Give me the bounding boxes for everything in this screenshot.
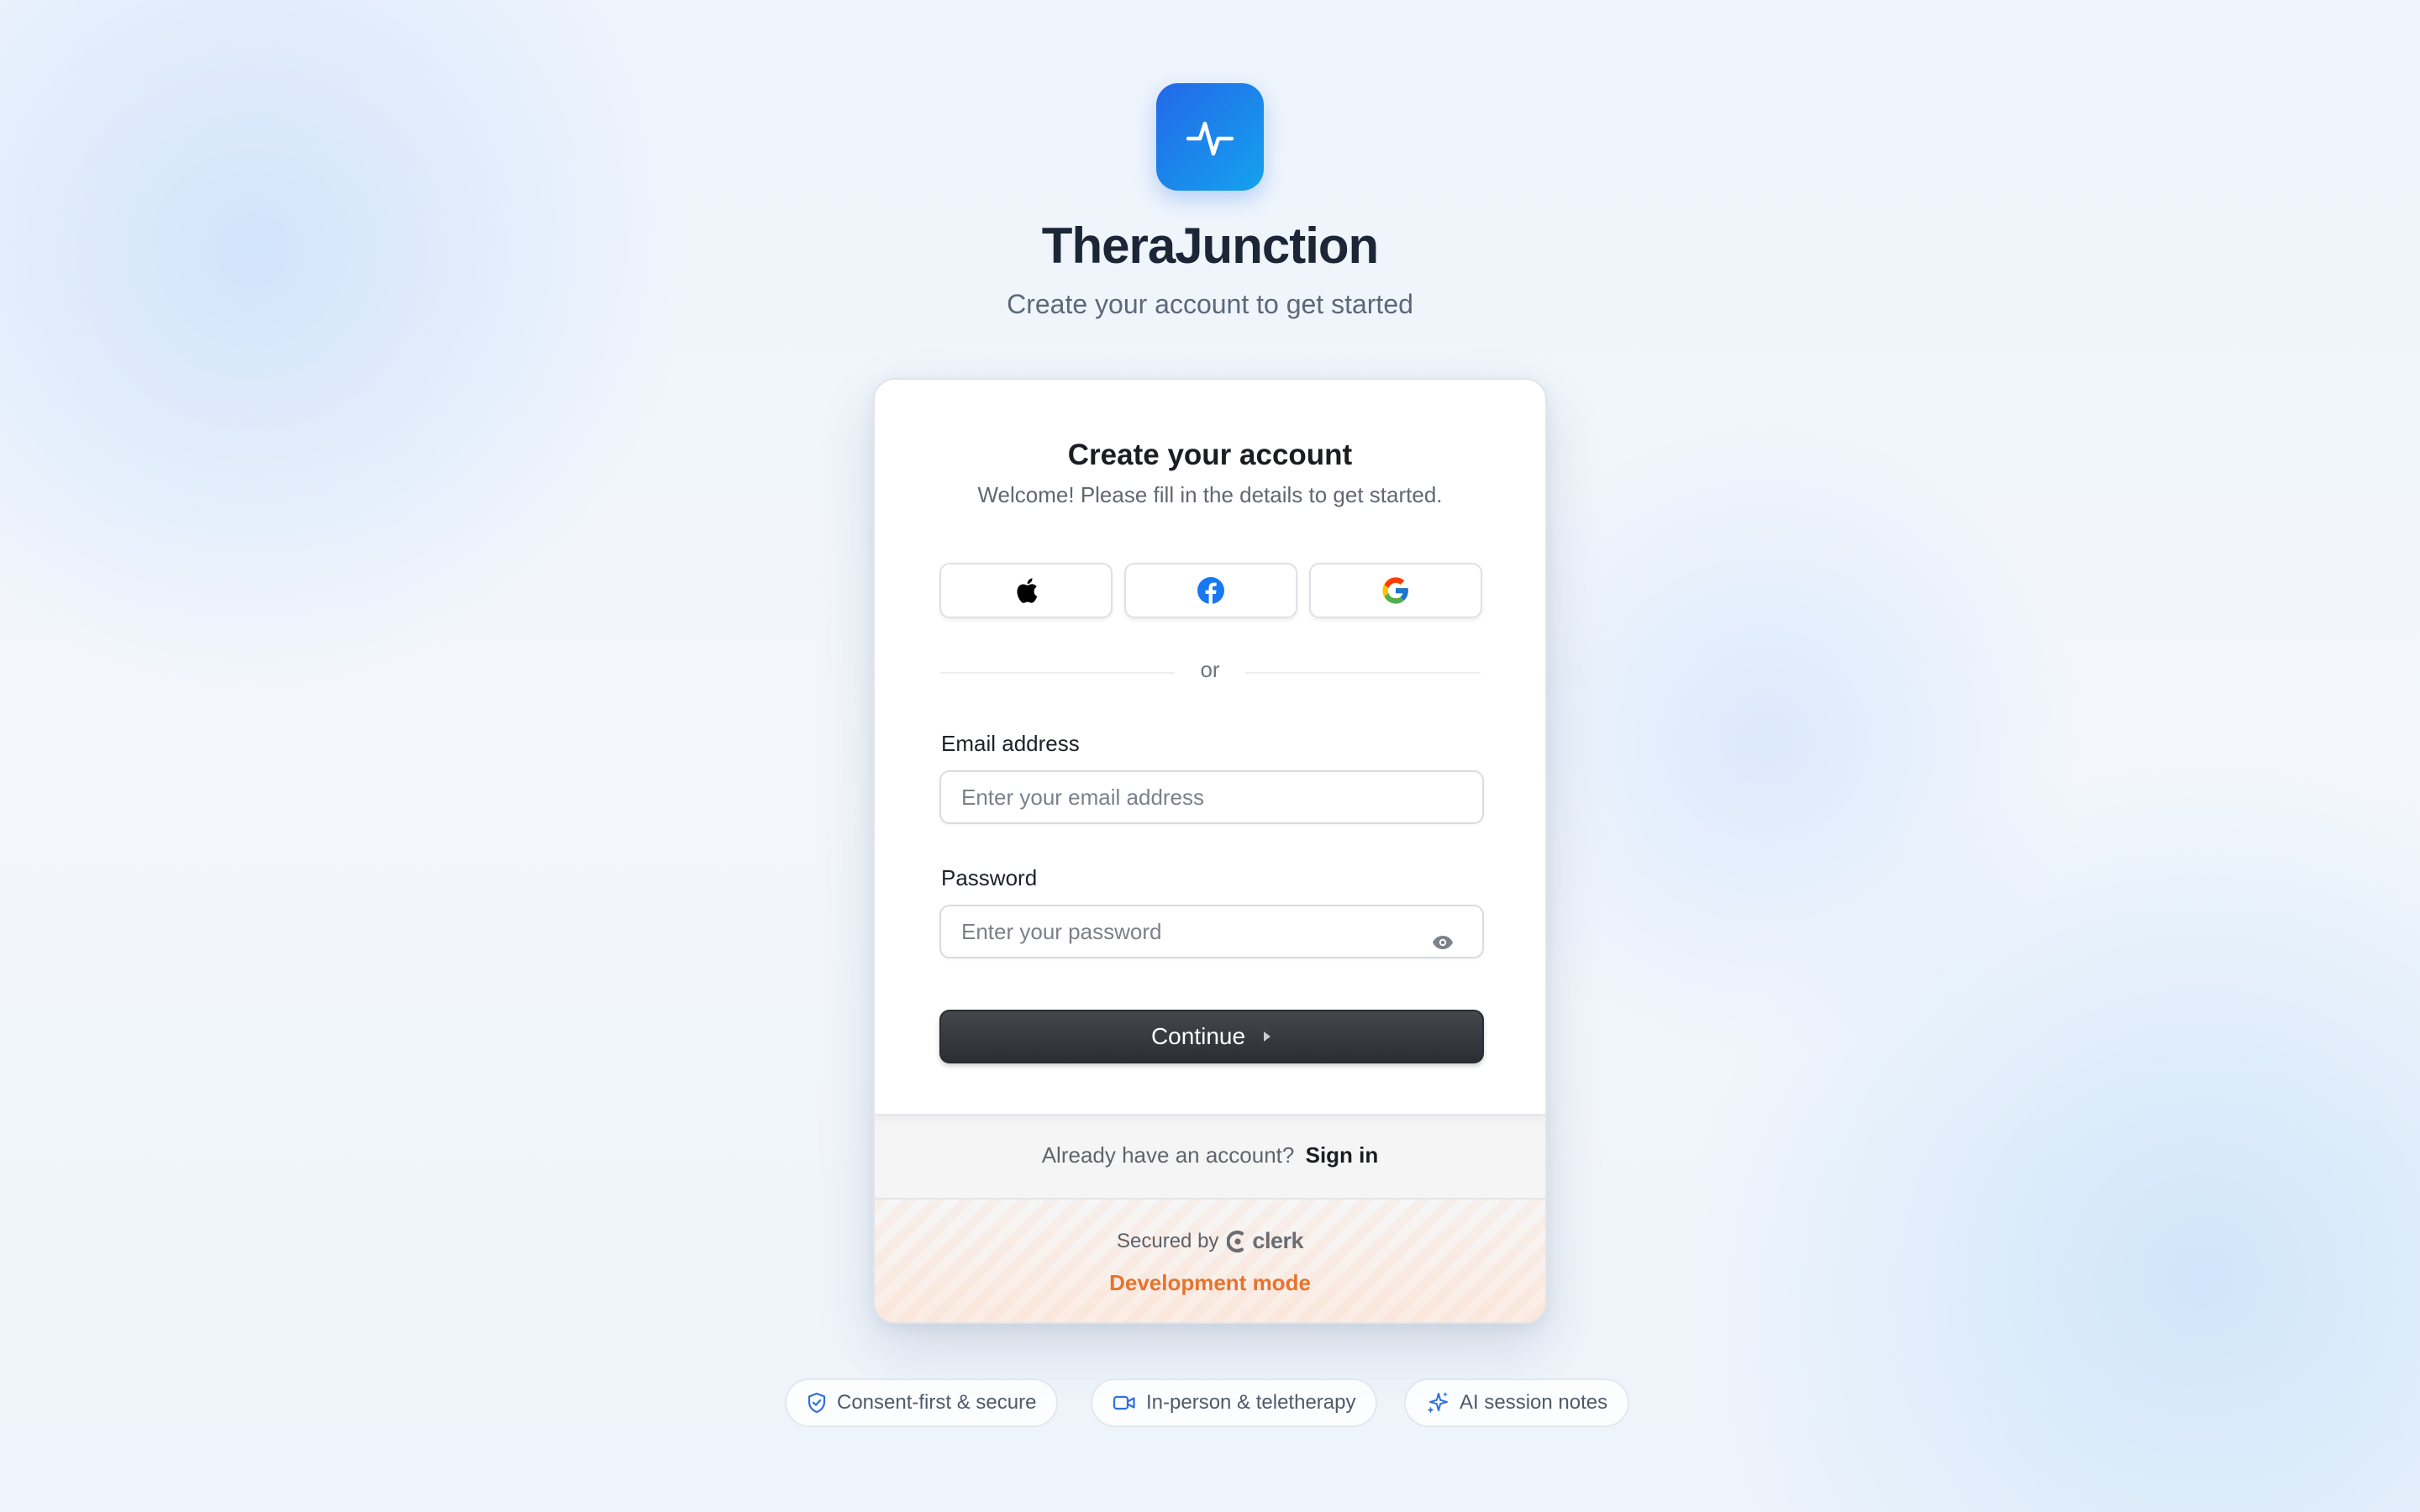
google-signin-button[interactable] xyxy=(1309,563,1482,618)
clerk-logo-icon xyxy=(1227,1230,1244,1252)
card-subtitle: Welcome! Please fill in the details to g… xyxy=(977,482,1443,507)
app-tagline: Create your account to get started xyxy=(1007,289,1413,319)
eye-icon xyxy=(1433,936,1453,949)
feature-pill-teletherapy: In-person & teletherapy xyxy=(1091,1378,1378,1427)
signin-prompt: Already have an account? xyxy=(1041,1142,1295,1168)
password-label: Password xyxy=(941,865,1038,890)
development-mode-badge: Development mode xyxy=(1109,1270,1311,1295)
signup-card: Create your account Welcome! Please fill… xyxy=(873,378,1547,1324)
show-password-toggle[interactable] xyxy=(1429,929,1456,956)
continue-button[interactable]: Continue xyxy=(939,1010,1484,1063)
password-input[interactable] xyxy=(939,905,1484,958)
shield-check-icon xyxy=(808,1392,826,1414)
signup-page: TheraJunction Create your account to get… xyxy=(0,0,2420,1512)
app-name: TheraJunction xyxy=(1041,218,1379,274)
divider-or: or xyxy=(1200,657,1220,682)
signup-form: Create your account Welcome! Please fill… xyxy=(875,380,1545,1116)
continue-label: Continue xyxy=(1150,1023,1246,1049)
feature-pill-label: Consent-first & secure xyxy=(837,1391,1037,1414)
apple-icon xyxy=(1017,578,1038,603)
caret-right-icon xyxy=(1264,1032,1271,1042)
card-footer: Secured by clerk Development mode xyxy=(875,1198,1545,1322)
facebook-signin-button[interactable] xyxy=(1124,563,1297,618)
feature-pill-consent: Consent-first & secure xyxy=(785,1378,1059,1427)
facebook-icon xyxy=(1197,577,1224,604)
activity-pulse-icon xyxy=(1186,121,1234,156)
feature-pill-ai-notes: AI session notes xyxy=(1404,1378,1630,1427)
feature-pill-label: In-person & teletherapy xyxy=(1146,1391,1356,1414)
apple-signin-button[interactable] xyxy=(939,563,1113,618)
email-input[interactable] xyxy=(939,770,1484,824)
app-logo xyxy=(1156,83,1264,191)
secured-by: Secured by clerk xyxy=(875,1228,1545,1254)
google-icon xyxy=(1382,577,1408,604)
divider-right xyxy=(1245,672,1481,674)
signin-row: Already have an account? Sign in xyxy=(875,1142,1545,1168)
email-label: Email address xyxy=(941,731,1080,756)
divider-left xyxy=(939,672,1175,674)
video-camera-icon xyxy=(1113,1395,1135,1410)
clerk-logo-text: clerk xyxy=(1252,1228,1303,1253)
clerk-logo[interactable]: clerk xyxy=(1227,1228,1303,1254)
card-title: Create your account xyxy=(1067,438,1353,471)
feature-pill-label: AI session notes xyxy=(1460,1391,1608,1414)
signin-link[interactable]: Sign in xyxy=(1306,1142,1379,1168)
sparkles-icon xyxy=(1427,1392,1448,1414)
secured-by-text: Secured by xyxy=(1117,1229,1219,1252)
